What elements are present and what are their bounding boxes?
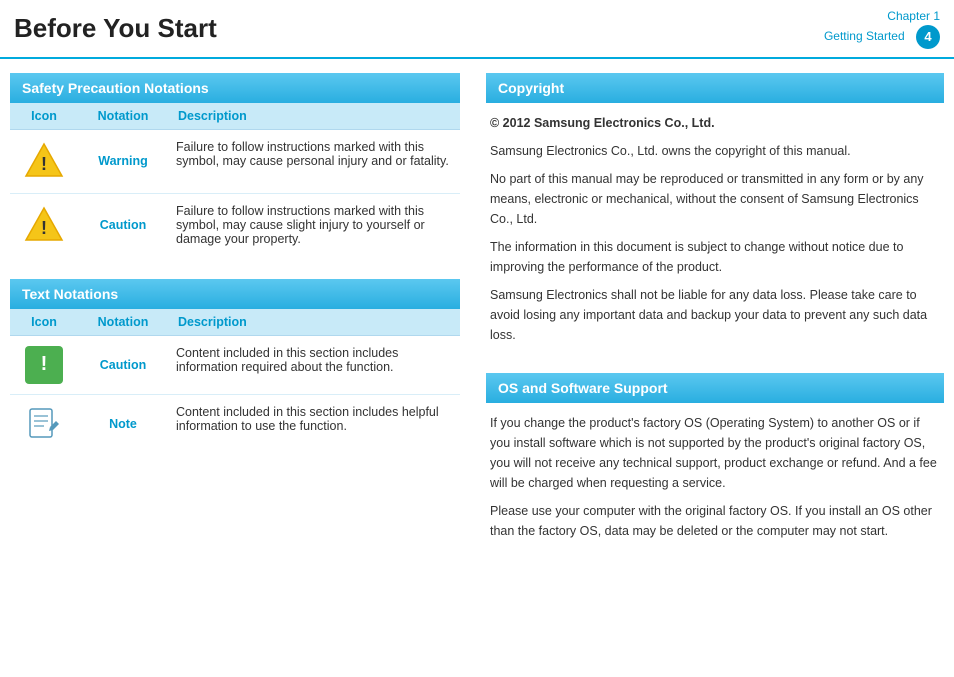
svg-text:!: ! — [41, 218, 47, 238]
table-row: Note Content included in this section in… — [10, 394, 460, 454]
chapter-label: Chapter 1 — [887, 9, 940, 23]
text-caution-description: Content included in this section include… — [168, 335, 460, 394]
table-row: ! Caution Content included in this secti… — [10, 335, 460, 394]
warning-triangle-icon: ! — [24, 140, 64, 180]
text-col-notation: Notation — [78, 309, 168, 336]
text-notations-section: Text Notations Icon Notation Description… — [10, 279, 460, 454]
chapter-num: 4 — [916, 25, 940, 49]
text-caution-notation: Caution — [78, 335, 168, 394]
table-row: ! Warning Failure to follow instructions… — [10, 129, 460, 193]
os-p2: Please use your computer with the origin… — [490, 501, 940, 541]
text-table-header-row: Icon Notation Description — [10, 309, 460, 336]
text-col-description: Description — [168, 309, 460, 336]
copyright-p1: Samsung Electronics Co., Ltd. owns the c… — [490, 141, 940, 161]
warning-notation: Warning — [78, 129, 168, 193]
page-title: Before You Start — [14, 13, 217, 44]
green-exclamation-icon: ! — [25, 346, 63, 384]
safety-col-icon: Icon — [10, 103, 78, 130]
safety-col-notation: Notation — [78, 103, 168, 130]
copyright-p4: Samsung Electronics shall not be liable … — [490, 285, 940, 345]
svg-text:!: ! — [41, 154, 47, 174]
text-table: Icon Notation Description ! Caution Cont… — [10, 309, 460, 454]
warning-icon-cell: ! — [10, 129, 78, 193]
note-pencil-icon — [26, 405, 62, 441]
right-column: Copyright © 2012 Samsung Electronics Co.… — [476, 73, 944, 551]
page-header: Before You Start Chapter 1 Getting Start… — [0, 0, 954, 59]
table-row: ! Caution Failure to follow instructions… — [10, 193, 460, 257]
safety-col-description: Description — [168, 103, 460, 130]
copyright-p3: The information in this document is subj… — [490, 237, 940, 277]
caution-triangle-icon: ! — [24, 204, 64, 244]
caution-description: Failure to follow instructions marked wi… — [168, 193, 460, 257]
copyright-content: © 2012 Samsung Electronics Co., Ltd. Sam… — [486, 103, 944, 355]
main-content: Safety Precaution Notations Icon Notatio… — [0, 59, 954, 565]
note-notation: Note — [78, 394, 168, 454]
copyright-p2: No part of this manual may be reproduced… — [490, 169, 940, 229]
copyright-header: Copyright — [486, 73, 944, 103]
green-caution-cell: ! — [10, 335, 78, 394]
warning-description: Failure to follow instructions marked wi… — [168, 129, 460, 193]
left-column: Safety Precaution Notations Icon Notatio… — [10, 73, 476, 551]
caution-notation: Caution — [78, 193, 168, 257]
note-icon-cell — [10, 394, 78, 454]
note-description: Content included in this section include… — [168, 394, 460, 454]
copyright-bold: © 2012 Samsung Electronics Co., Ltd. — [490, 113, 940, 133]
chapter-sub: Getting Started — [824, 29, 905, 43]
safety-section-header: Safety Precaution Notations — [10, 73, 460, 103]
text-section-header: Text Notations — [10, 279, 460, 309]
caution-icon-cell: ! — [10, 193, 78, 257]
os-p1: If you change the product's factory OS (… — [490, 413, 940, 493]
os-content: If you change the product's factory OS (… — [486, 403, 944, 551]
text-col-icon: Icon — [10, 309, 78, 336]
os-section: OS and Software Support If you change th… — [486, 373, 944, 551]
copyright-section: Copyright © 2012 Samsung Electronics Co.… — [486, 73, 944, 355]
safety-table-header-row: Icon Notation Description — [10, 103, 460, 130]
chapter-info: Chapter 1 Getting Started 4 — [824, 8, 940, 49]
safety-section: Safety Precaution Notations Icon Notatio… — [10, 73, 460, 257]
safety-table: Icon Notation Description ! — [10, 103, 460, 257]
os-section-header: OS and Software Support — [486, 373, 944, 403]
